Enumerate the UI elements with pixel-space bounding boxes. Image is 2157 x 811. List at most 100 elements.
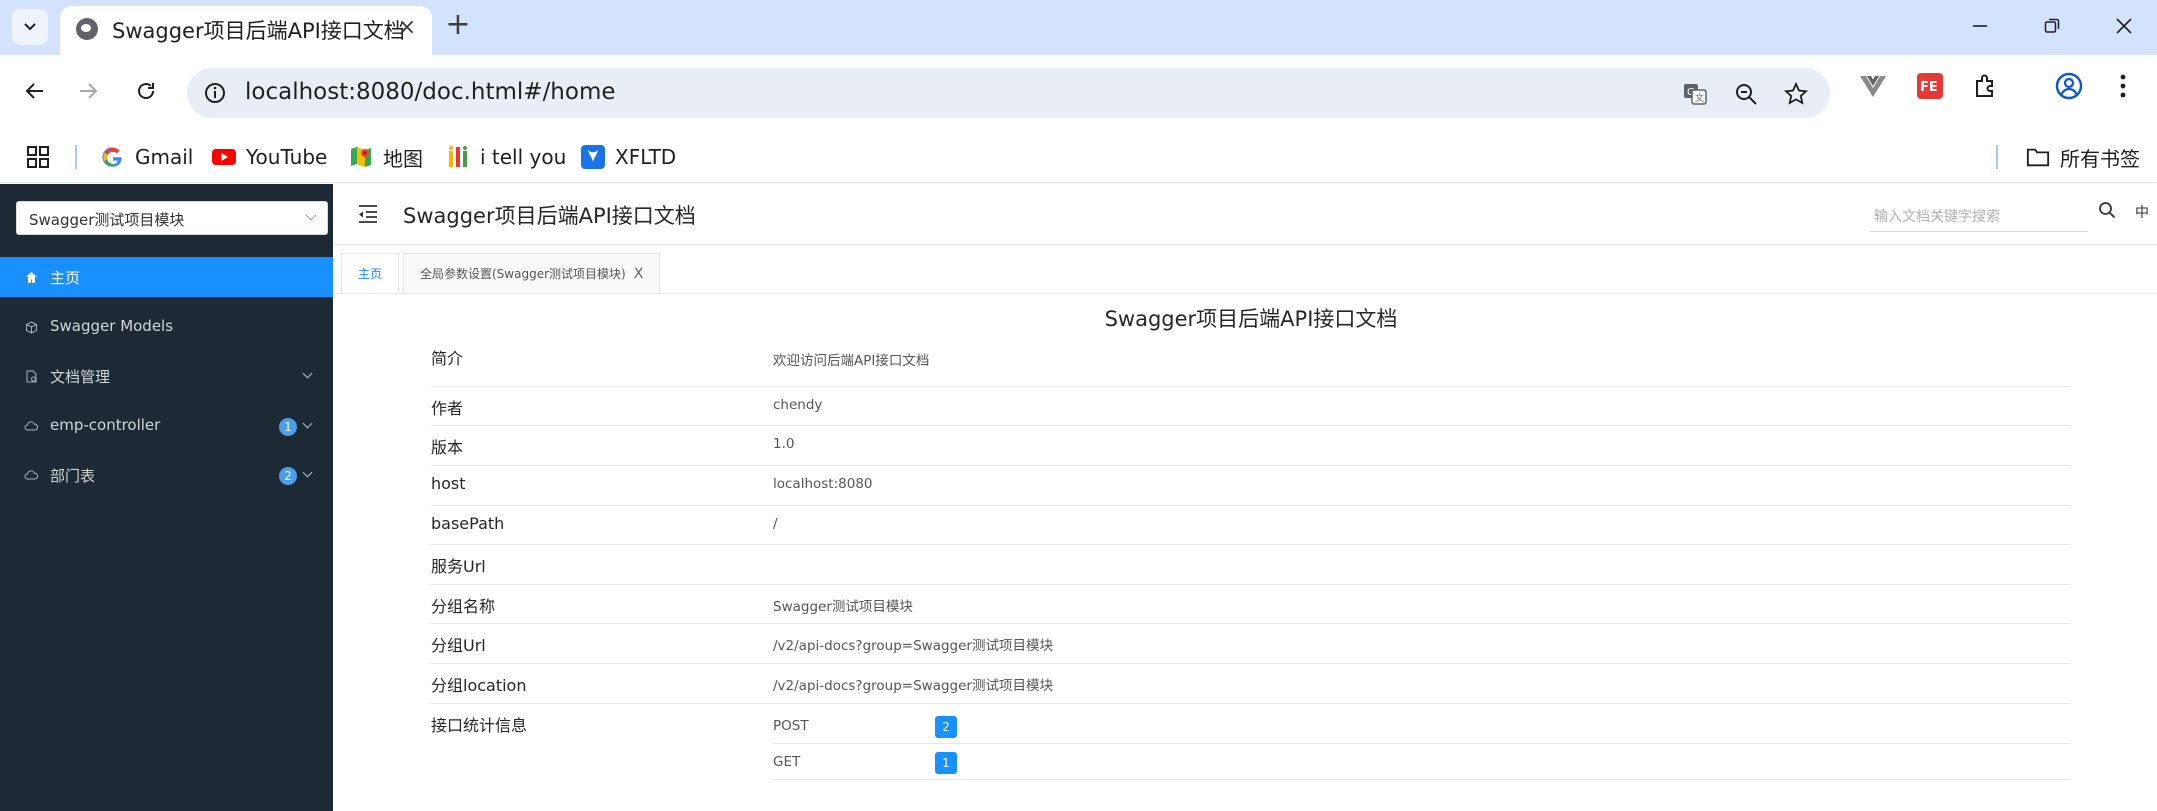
chevron-down-icon [302, 368, 313, 379]
language-switch[interactable]: 中 [2135, 202, 2149, 222]
search-icon[interactable] [2098, 201, 2120, 223]
tab-global-params[interactable]: 全局参数设置(Swagger测试项目模块) X [403, 253, 661, 293]
bookmark-youtube[interactable]: YouTube [212, 139, 327, 175]
extensions-puzzle-icon[interactable] [1969, 70, 2001, 102]
info-value: / [773, 516, 778, 532]
group-select[interactable]: Swagger测试项目模块 [16, 201, 328, 235]
http-method: GET [773, 754, 801, 770]
arrow-left-icon [25, 83, 43, 99]
bookmarks-bar: Gmail YouTube 地图 i tell you XFLTD 所有书签 [0, 131, 2157, 183]
itellyou-icon [446, 145, 470, 169]
bookmark-maps[interactable]: 地图 [349, 139, 423, 175]
restore-button[interactable] [2034, 8, 2070, 44]
more-menu-icon[interactable] [2107, 70, 2139, 102]
stat-row-post: POST 2 [773, 708, 2071, 744]
doc-manage-icon [24, 369, 38, 383]
info-row-group-location: 分组location /v2/api-docs?group=Swagger测试项… [431, 664, 2071, 704]
arrow-right-icon [80, 83, 98, 99]
method-count-badge: 2 [935, 716, 957, 738]
bookmark-label: 地图 [383, 146, 423, 171]
sidebar-item-label: Swagger Models [50, 317, 174, 335]
sidebar-item-label: 主页 [50, 269, 81, 287]
info-key: 分组名称 [431, 597, 496, 616]
cloud-icon [24, 419, 38, 433]
tab-label: 主页 [358, 267, 383, 281]
info-key: 简介 [431, 349, 464, 368]
maps-icon [349, 145, 373, 169]
bookmarks-separator [1996, 145, 1998, 169]
info-value: localhost:8080 [773, 476, 873, 492]
sidebar-item-emp-controller[interactable]: emp-controller 1 [0, 406, 333, 446]
page-tabs-bar: 主页 全局参数设置(Swagger测试项目模块) X [333, 246, 2157, 294]
all-bookmarks-button[interactable]: 所有书签 [2026, 139, 2140, 175]
site-info-icon[interactable] [203, 81, 227, 109]
info-value: Swagger测试项目模块 [773, 599, 913, 615]
svg-text:文: 文 [1695, 92, 1704, 104]
tab-close-icon[interactable]: × [394, 15, 420, 41]
sidebar-item-doc-manage[interactable]: 文档管理 [0, 356, 333, 396]
bookmark-label: XFLTD [615, 145, 677, 169]
back-button[interactable] [15, 71, 55, 111]
bookmark-star-icon[interactable] [1782, 80, 1810, 108]
sidebar-item-dept[interactable]: 部门表 2 [0, 455, 333, 495]
sidebar-item-home[interactable]: 主页 [0, 257, 333, 297]
bookmark-xfltd[interactable]: XFLTD [581, 139, 676, 175]
http-method: POST [773, 718, 809, 734]
menu-fold-icon[interactable] [357, 204, 379, 224]
reload-icon [138, 83, 154, 99]
sidebar-item-label: emp-controller [50, 416, 161, 434]
doc-search-input[interactable] [1870, 202, 2088, 232]
tab-home[interactable]: 主页 [341, 253, 400, 293]
info-key: host [431, 474, 466, 493]
tab-strip: Swagger项目后端API接口文档 × + [0, 0, 2157, 55]
info-row-group-url: 分组Url /v2/api-docs?group=Swagger测试项目模块 [431, 624, 2071, 664]
info-value: chendy [773, 397, 823, 413]
bookmarks-separator [75, 145, 77, 169]
browser-toolbar: localhost:8080/doc.html#/home G文 [0, 55, 2157, 131]
chevron-down-icon [305, 209, 317, 221]
globe-icon [76, 18, 98, 40]
url-text[interactable]: localhost:8080/doc.html#/home [245, 79, 616, 105]
google-icon [101, 145, 125, 169]
tab-label: 全局参数设置(Swagger测试项目模块) [420, 267, 626, 281]
method-count-badge: 1 [935, 752, 957, 774]
sidebar-item-swagger-models[interactable]: Swagger Models [0, 307, 333, 347]
vue-devtools-icon[interactable] [1857, 70, 1889, 102]
minimize-icon [1973, 25, 1987, 27]
bookmark-itellyou[interactable]: i tell you [446, 139, 566, 175]
cube-icon [24, 320, 38, 334]
group-select-value: Swagger测试项目模块 [29, 211, 185, 229]
info-row-basepath: basePath / [431, 506, 2071, 545]
tab-close-icon[interactable]: X [634, 266, 644, 282]
zoom-icon[interactable] [1732, 80, 1760, 108]
stat-row-get: GET 1 [773, 744, 2071, 780]
info-key: 接口统计信息 [431, 716, 528, 735]
apps-button[interactable] [26, 139, 60, 175]
youtube-icon [212, 145, 236, 169]
bookmark-label: Gmail [135, 145, 194, 169]
bookmark-gmail[interactable]: Gmail [101, 139, 193, 175]
home-icon [24, 270, 38, 284]
browser-tab-active[interactable]: Swagger项目后端API接口文档 × [60, 6, 432, 55]
info-key: 作者 [431, 399, 464, 418]
address-bar[interactable]: localhost:8080/doc.html#/home G文 [187, 68, 1830, 118]
app-header: Swagger项目后端API接口文档 中 [333, 184, 2157, 245]
info-key: 分组Url [431, 636, 486, 655]
close-window-button[interactable] [2106, 8, 2142, 44]
sidebar-item-label: 部门表 [50, 467, 96, 485]
close-icon [2116, 18, 2132, 34]
info-key: 版本 [431, 438, 464, 457]
tab-search-button[interactable] [12, 9, 48, 45]
info-value: /v2/api-docs?group=Swagger测试项目模块 [773, 638, 1053, 654]
profile-avatar-icon[interactable] [2053, 70, 2085, 102]
translate-icon[interactable]: G文 [1681, 80, 1709, 108]
reload-button[interactable] [126, 71, 166, 111]
forward-button[interactable] [68, 71, 108, 111]
info-key: 服务Url [431, 557, 486, 576]
minimize-button[interactable] [1962, 8, 1998, 44]
bookmark-label: YouTube [246, 145, 328, 169]
fe-helper-icon[interactable]: FE [1914, 70, 1946, 102]
new-tab-button[interactable]: + [440, 8, 476, 44]
doc-title: Swagger项目后端API接口文档 [1104, 307, 1398, 331]
info-row-service-url: 服务Url [431, 545, 2071, 585]
